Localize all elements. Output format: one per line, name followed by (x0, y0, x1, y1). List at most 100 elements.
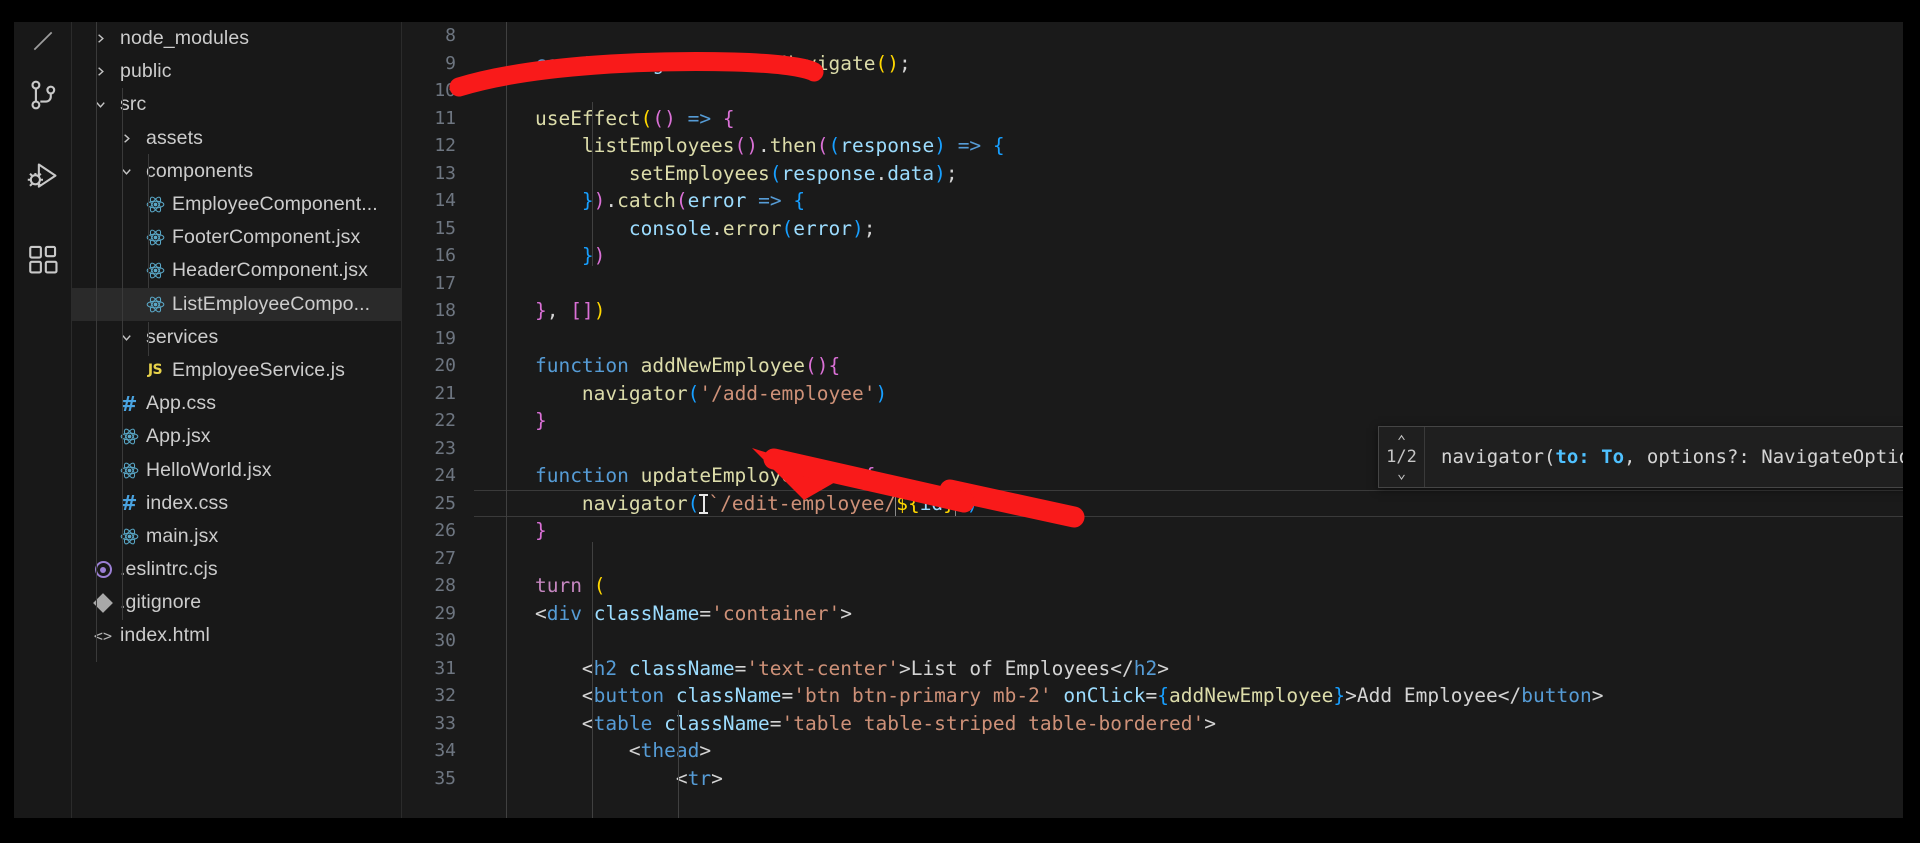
code-token: ( (640, 106, 653, 130)
code-token: ) (966, 491, 979, 515)
source-control-icon[interactable] (14, 54, 72, 136)
signature-help-text: navigator(to: To, options?: NavigateOpti… (1425, 427, 1903, 487)
code-line-18[interactable]: 18 }, []) (402, 297, 1903, 325)
code-token: className (628, 656, 735, 680)
code-token: => (957, 134, 982, 157)
line-content[interactable]: <tr> (474, 765, 1903, 793)
code-token: listEmployees (581, 134, 735, 157)
line-content[interactable]: turn ( (474, 572, 1903, 600)
line-content[interactable]: }).catch(error => { (474, 187, 1903, 215)
signature-help-pager[interactable]: ⌃ 1/2 ⌄ (1379, 427, 1425, 487)
code-line-31[interactable]: 31 <h2 className='text-center'>List of E… (402, 655, 1903, 683)
code-line-20[interactable]: 20 function addNewEmployee(){ (402, 352, 1903, 380)
code-line-32[interactable]: 32 <button className='btn btn-primary mb… (402, 682, 1903, 710)
code-line-14[interactable]: 14 }).catch(error => { (402, 187, 1903, 215)
line-content[interactable]: <button className='btn btn-primary mb-2'… (474, 682, 1903, 710)
code-token: Add Employee (1356, 684, 1498, 707)
line-content[interactable]: const navigator = useNavigate(); (474, 50, 1903, 78)
line-number: 21 (434, 382, 456, 404)
explorer-icon[interactable] (14, 26, 72, 54)
chevron-down-icon[interactable]: ⌄ (1397, 465, 1406, 480)
line-number: 32 (434, 685, 456, 706)
line-content[interactable]: }) (474, 242, 1903, 270)
code-token: = (1145, 684, 1158, 707)
tree-item-index-html[interactable]: <> index.html (72, 619, 401, 652)
code-token: const (534, 51, 594, 75)
code-token: { (992, 134, 1005, 157)
code-line-10[interactable]: 10 (402, 77, 1903, 105)
code-token: { (793, 189, 806, 212)
code-token: ; (863, 216, 876, 240)
chevron-down-icon[interactable] (116, 164, 136, 179)
code-line-12[interactable]: 12 listEmployees().then((response) => { (402, 132, 1903, 160)
tree-item-node-modules[interactable]: node_modules (72, 22, 401, 55)
code-token: = (781, 684, 794, 707)
line-content[interactable]: }, []) (474, 297, 1903, 325)
signature-help-popup[interactable]: ⌃ 1/2 ⌄ navigator(to: To, options?: Navi… (1378, 426, 1903, 488)
tree-item-label: assets (146, 126, 203, 149)
code-line-29[interactable]: 29 <div className='container'> (402, 600, 1903, 628)
line-content[interactable]: } (474, 517, 1903, 545)
code-line-17[interactable]: 17 (402, 270, 1903, 298)
code-editor[interactable]: 89 const navigator = useNavigate(); 10 11 … (402, 22, 1903, 818)
code-token: > (699, 739, 712, 762)
code-line-33[interactable]: 33 <table className='table table-striped… (402, 710, 1903, 738)
code-line-8[interactable]: 8 (402, 22, 1903, 50)
line-content[interactable]: console.error(error); (474, 215, 1903, 243)
extensions-icon[interactable] (14, 218, 72, 300)
code-token: ) (875, 381, 888, 405)
code-line-11[interactable]: 11 useEffect(() => { (402, 105, 1903, 133)
code-line-27[interactable]: 27 (402, 545, 1903, 573)
chevron-down-icon[interactable] (116, 330, 136, 345)
line-number: 13 (434, 162, 456, 184)
code-token: = (769, 711, 782, 735)
chevron-right-icon[interactable] (116, 131, 136, 146)
code-token: ) (887, 51, 899, 75)
code-line-19[interactable]: 19 (402, 325, 1903, 353)
line-content[interactable]: <thead> (474, 737, 1903, 765)
tree-item-label: node_modules (120, 27, 250, 50)
run-and-debug-icon[interactable] (14, 136, 72, 218)
code-token: div (546, 601, 582, 625)
chevron-up-icon[interactable]: ⌃ (1397, 433, 1406, 448)
code-line-25[interactable]: 25 navigator(`/edit-employee/${id}`) (402, 489, 1903, 518)
line-content[interactable]: <h2 className='text-center'>List of Empl… (474, 655, 1903, 683)
line-content[interactable]: <table className='table table-striped ta… (474, 710, 1903, 738)
code-line-30[interactable]: 30 (402, 627, 1903, 655)
chevron-down-icon[interactable] (90, 97, 110, 112)
code-line-26[interactable]: 26 } (402, 517, 1903, 545)
line-content[interactable]: navigator(`/edit-employee/${id}`) (474, 489, 1903, 518)
code-token: console (628, 216, 712, 240)
code-token: 'text-center' (746, 656, 899, 680)
screenshot-root: node_modules public src assets components Emp… (0, 0, 1920, 843)
code-line-9[interactable]: 9 const navigator = useNavigate(); (402, 50, 1903, 78)
code-lines[interactable]: 89 const navigator = useNavigate(); 10 11 … (402, 22, 1903, 792)
code-token: error (722, 216, 782, 240)
line-content[interactable]: setEmployees(response.data); (474, 160, 1903, 188)
chevron-right-icon[interactable] (90, 31, 110, 46)
code-line-21[interactable]: 21 navigator('/add-employee') (402, 380, 1903, 408)
line-content[interactable]: navigator('/add-employee') (474, 380, 1903, 408)
code-line-28[interactable]: 28 turn ( (402, 572, 1903, 600)
chevron-right-icon[interactable] (90, 64, 110, 79)
tree-item-public[interactable]: public (72, 55, 401, 88)
line-content[interactable]: useEffect(() => { (474, 105, 1903, 133)
code-line-13[interactable]: 13 setEmployees(response.data); (402, 160, 1903, 188)
code-line-34[interactable]: 34 <thead> (402, 737, 1903, 765)
code-line-15[interactable]: 15 console.error(error); (402, 215, 1903, 243)
line-content[interactable]: <div className='container'> (474, 600, 1903, 628)
activity-bar (14, 22, 72, 818)
tree-item-label: components (146, 159, 254, 182)
line-content[interactable]: listEmployees().then((response) => { (474, 132, 1903, 160)
code-line-16[interactable]: 16 }) (402, 242, 1903, 270)
code-token: useEffect (534, 106, 641, 130)
line-content[interactable]: function addNewEmployee(){ (474, 352, 1903, 380)
code-token: h2 (593, 656, 618, 680)
code-line-35[interactable]: 35 <tr> (402, 765, 1903, 793)
